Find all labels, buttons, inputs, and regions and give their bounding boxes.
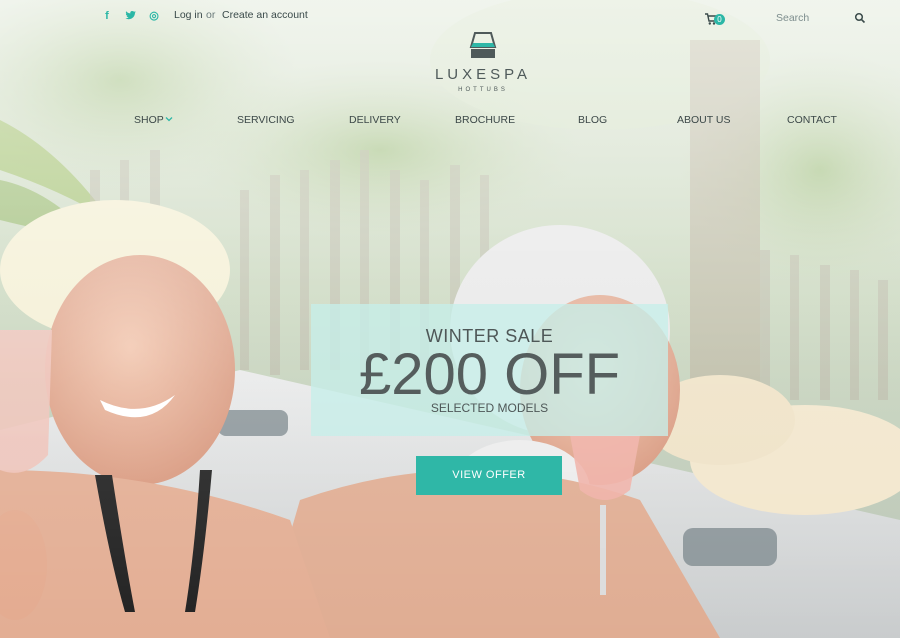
top-bar: f ◎ Log in or Create an account 0: [0, 0, 900, 32]
main-navigation: SHOP SERVICING DELIVERY BROCHURE BLOG AB…: [0, 111, 900, 131]
cart-count-badge: 0: [714, 14, 725, 25]
promo-headline: £200 OFF: [358, 342, 621, 407]
login-link[interactable]: Log in: [174, 9, 203, 21]
nav-servicing[interactable]: SERVICING: [237, 114, 295, 126]
twitter-bird-icon: [125, 10, 136, 20]
twitter-icon[interactable]: [123, 9, 137, 23]
nav-blog[interactable]: BLOG: [578, 114, 607, 126]
search-icon[interactable]: [854, 12, 866, 24]
nav-about-us[interactable]: ABOUT US: [677, 114, 730, 126]
nav-contact[interactable]: CONTACT: [787, 114, 837, 126]
chevron-down-icon[interactable]: [165, 115, 173, 123]
create-account-link[interactable]: Create an account: [222, 9, 308, 21]
promo-subline: SELECTED MODELS: [430, 401, 549, 415]
hot-tub-logo-icon[interactable]: [469, 31, 497, 61]
nav-shop[interactable]: SHOP: [134, 114, 164, 126]
nav-brochure[interactable]: BROCHURE: [455, 114, 515, 126]
brand-name[interactable]: LUXESPA: [410, 66, 556, 83]
view-offer-button[interactable]: VIEW OFFER: [416, 456, 562, 495]
page: f ◎ Log in or Create an account 0 LUXESP…: [0, 0, 900, 638]
facebook-icon[interactable]: f: [100, 9, 114, 23]
instagram-icon[interactable]: ◎: [147, 9, 161, 23]
login-separator: or: [206, 9, 216, 21]
promo-panel: WINTER SALE £200 OFF SELECTED MODELS: [311, 304, 668, 436]
search-input[interactable]: [776, 9, 850, 27]
nav-delivery[interactable]: DELIVERY: [349, 114, 401, 126]
brand-tagline: HOTTUBS: [458, 87, 508, 93]
